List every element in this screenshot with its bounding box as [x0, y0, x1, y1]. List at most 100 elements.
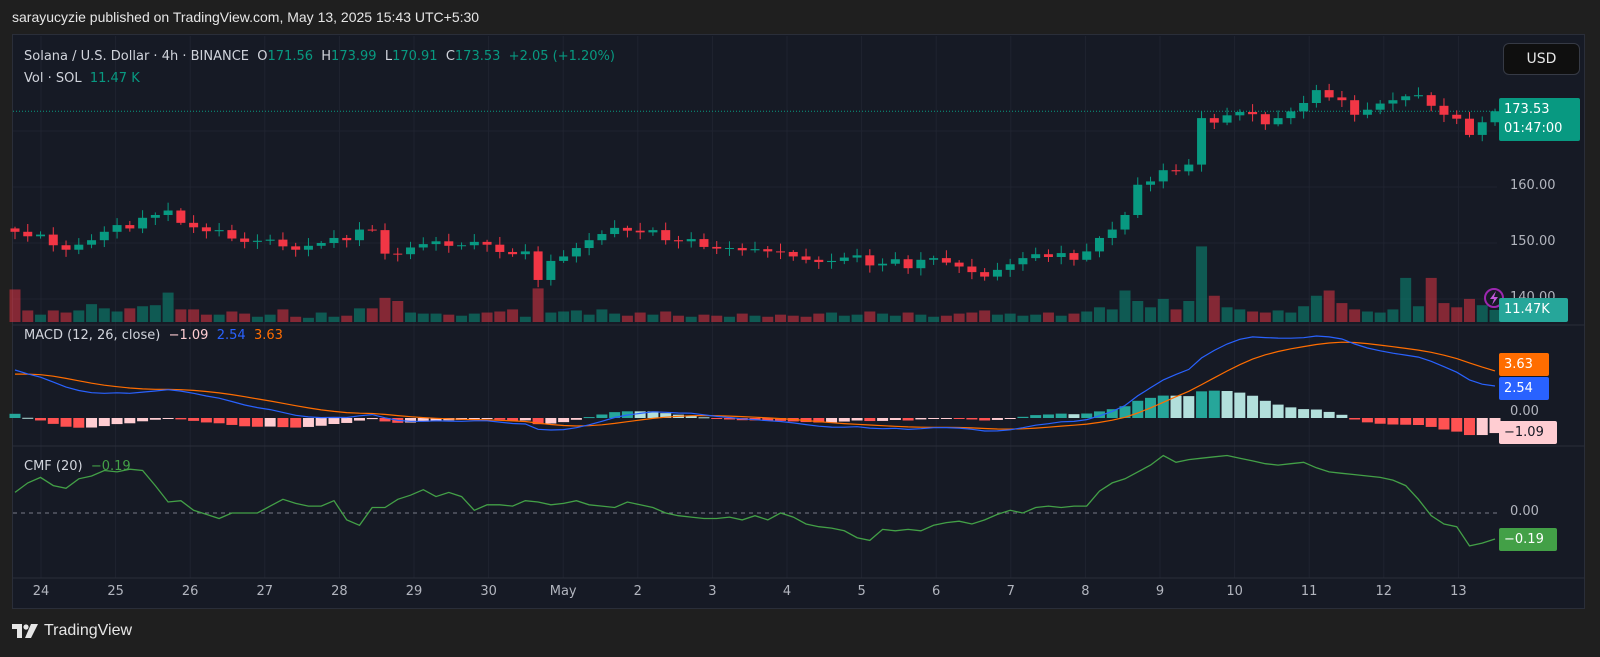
volume-bar [417, 313, 429, 322]
macd-hist-bar [1310, 409, 1322, 418]
volume-bar [430, 313, 442, 322]
candle [1069, 249, 1079, 266]
volume-bar [1387, 309, 1399, 322]
macd-zero-label: 0.00 [1510, 404, 1539, 419]
time-tick-label: 28 [331, 584, 348, 599]
candle-body [635, 230, 645, 233]
time-tick-label: 24 [32, 584, 50, 599]
macd-hist-bar [341, 418, 353, 423]
macd-hist-bar [175, 418, 187, 420]
candle-body [839, 257, 849, 261]
candle [1413, 87, 1423, 99]
volume-bar [915, 314, 927, 322]
volume-bar [290, 316, 302, 322]
volume-bar [315, 312, 327, 322]
volume-bar [762, 316, 774, 322]
close-label: C [445, 49, 455, 64]
time-tick-label: 8 [1081, 584, 1090, 599]
candle-body [546, 260, 556, 280]
candle [1056, 245, 1066, 265]
volume-bar [991, 314, 1003, 322]
volume-bar [1425, 277, 1437, 322]
candle-body [23, 231, 33, 237]
volume-bar [341, 315, 353, 322]
volume-bar [1157, 298, 1169, 322]
volume-bar [200, 314, 212, 322]
candle-body [201, 227, 211, 232]
volume-bar [353, 308, 365, 322]
candle [839, 252, 849, 265]
candle [1184, 159, 1194, 176]
volume-bar [1349, 309, 1361, 322]
symbol-legend: Solana / U.S. Dollar · 4h · BINANCE O171… [24, 49, 615, 64]
macd-hist-bar [928, 418, 940, 419]
tradingview-logo[interactable]: TradingView [12, 622, 132, 640]
volume-bar [813, 313, 825, 322]
candle-body [457, 245, 467, 247]
macd-hist-bar [1349, 418, 1361, 420]
volume-bar [175, 309, 187, 322]
candle [99, 226, 109, 248]
candle [227, 224, 237, 242]
candle-body [878, 263, 888, 266]
macd-title[interactable]: MACD (12, 26, close) [24, 328, 160, 343]
macd-value: 2.54 [216, 328, 246, 343]
macd-tag: 2.54 [1499, 377, 1549, 400]
macd-histogram [9, 390, 1501, 436]
volume-bar [698, 314, 710, 322]
candle-body [418, 244, 428, 248]
macd-hist-bar [1055, 413, 1067, 418]
open-value: 171.56 [267, 49, 314, 64]
volume-bar [1451, 307, 1463, 322]
candle [737, 243, 747, 256]
volume-bar [47, 310, 59, 322]
volume-bar [494, 311, 506, 322]
cmf-title[interactable]: CMF (20) [24, 459, 83, 474]
candle [431, 236, 441, 251]
candle-body [1452, 114, 1462, 119]
candle [342, 234, 352, 248]
candle-body [763, 249, 773, 252]
volume-bar [519, 316, 531, 322]
low-label: L [384, 49, 393, 64]
candle [163, 202, 173, 222]
macd-hist-bar [570, 418, 582, 420]
candle [10, 226, 20, 240]
volume-bar [162, 292, 174, 322]
macd-hist-bar [111, 418, 123, 425]
time-tick-label: 29 [405, 584, 423, 599]
candle-body [1107, 229, 1117, 238]
volume-bar [213, 314, 225, 322]
close-value: 173.53 [454, 49, 501, 64]
candle [252, 234, 262, 249]
grid [13, 36, 1497, 578]
brand-name: TradingView [44, 622, 133, 639]
candle-body [852, 255, 862, 258]
volume-bar [889, 315, 901, 322]
candle-body [827, 260, 837, 263]
candle-body [278, 239, 288, 247]
candle-body [1311, 90, 1321, 103]
candle-body [303, 245, 313, 250]
signal-tag: 3.63 [1499, 353, 1549, 376]
volume-bar [9, 289, 21, 322]
volume-label[interactable]: Vol · SOL [24, 71, 82, 86]
candle [724, 241, 734, 256]
macd-hist-bar [73, 418, 85, 428]
candle-body [48, 234, 58, 246]
volume-bar [98, 308, 110, 322]
currency-button[interactable]: USD [1503, 43, 1580, 75]
candle-body [1043, 254, 1053, 257]
candle [1031, 247, 1041, 262]
volume-bar [775, 314, 787, 322]
symbol-title[interactable]: Solana / U.S. Dollar · 4h · BINANCE [24, 49, 249, 64]
candle-body [150, 215, 160, 218]
macd-hist-bar [1400, 418, 1412, 425]
candle-body [533, 251, 543, 280]
candle-body [661, 230, 671, 241]
candle [1299, 95, 1309, 119]
volume-bar [596, 309, 608, 322]
volume-bar [940, 315, 952, 322]
volume-bar [532, 288, 544, 322]
candle [622, 225, 632, 238]
